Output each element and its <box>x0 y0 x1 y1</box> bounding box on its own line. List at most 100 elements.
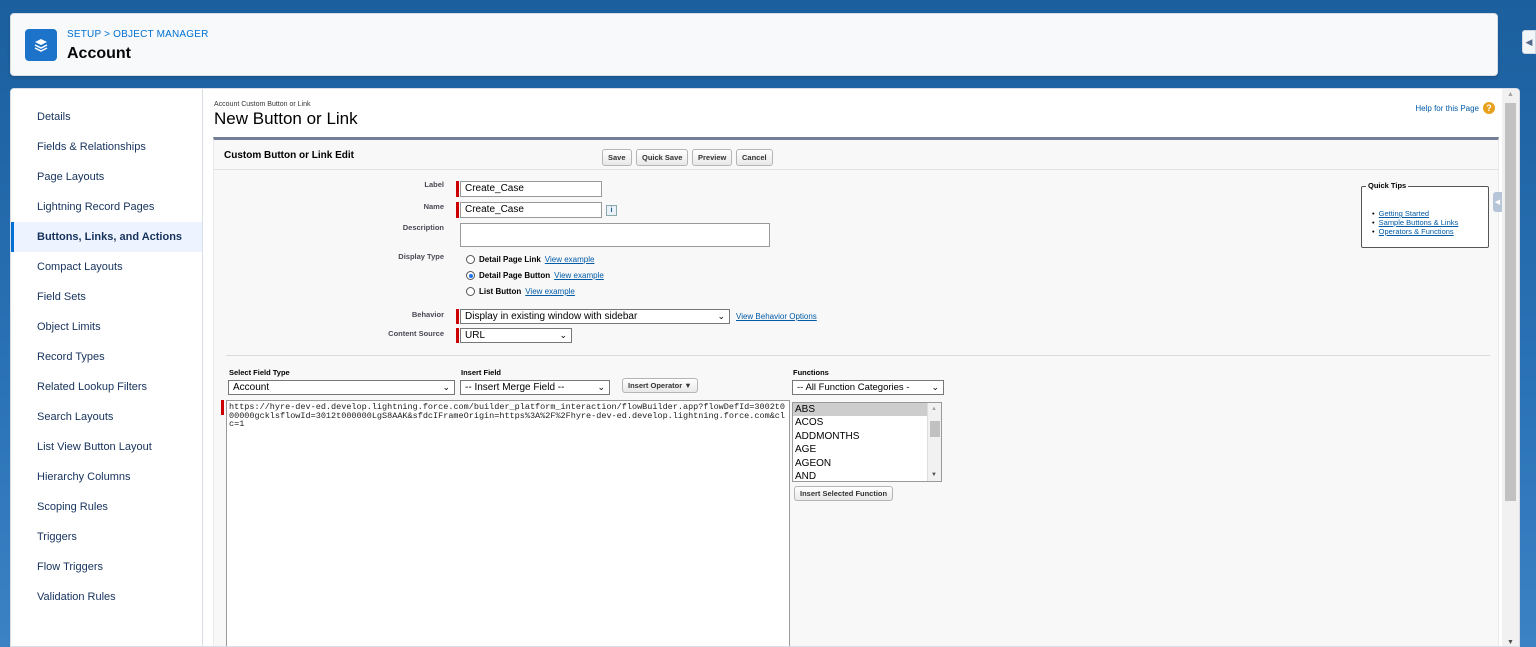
insert-field-value: -- Insert Merge Field -- <box>465 382 565 393</box>
sidebar-item-list-view-button-layout[interactable]: List View Button Layout <box>11 432 202 462</box>
edit-panel: Custom Button or Link Edit Save Quick Sa… <box>213 137 1502 646</box>
sidebar-item-fields-relationships[interactable]: Fields & Relationships <box>11 132 202 162</box>
display-type-option-label: Detail Page Link <box>479 255 541 264</box>
save-button[interactable]: Save <box>602 149 632 166</box>
function-option[interactable]: AGE <box>793 443 941 456</box>
behavior-label: Behavior <box>411 310 444 319</box>
function-option[interactable]: AGEON <box>793 457 941 470</box>
display-type-option: List Button View example <box>466 287 575 296</box>
sidebar-item-record-types[interactable]: Record Types <box>11 342 202 372</box>
chevron-left-icon[interactable]: ◀ <box>1493 192 1502 212</box>
functions-listbox[interactable]: ABS ACOS ADDMONTHS AGE AGEON AND ▲ ▼ <box>792 402 942 482</box>
required-indicator <box>456 309 459 324</box>
help-link-label[interactable]: Help for this Page <box>1415 104 1479 113</box>
page-scrollbar[interactable]: ▲ ▼ <box>1502 89 1519 646</box>
edit-section-title: Custom Button or Link Edit <box>224 150 354 161</box>
label-input[interactable]: Create_Case <box>460 181 602 197</box>
function-option[interactable]: ADDMONTHS <box>793 430 941 443</box>
display-type-option: Detail Page Button View example <box>466 271 604 280</box>
select-field-type-label: Select Field Type <box>229 368 290 377</box>
sidebar-item-hierarchy-columns[interactable]: Hierarchy Columns <box>11 462 202 492</box>
chevron-left-icon[interactable]: ◀ <box>1522 30 1536 54</box>
sidebar-item-details[interactable]: Details <box>11 102 202 132</box>
chevron-down-icon: ⌄ <box>559 330 567 340</box>
function-category-value: -- All Function Categories - <box>797 382 910 393</box>
sidebar-item-flow-triggers[interactable]: Flow Triggers <box>11 552 202 582</box>
function-option[interactable]: ABS <box>793 403 941 417</box>
select-field-type-value: Account <box>233 382 270 393</box>
required-indicator <box>456 328 459 343</box>
chevron-down-icon: ⌄ <box>442 382 450 392</box>
sidebar-item-compact-layouts[interactable]: Compact Layouts <box>11 252 202 282</box>
name-input[interactable]: Create_Case <box>460 202 602 218</box>
name-field-label: Name <box>423 202 444 211</box>
scroll-thumb[interactable] <box>1505 103 1516 501</box>
sidebar-item-lightning-record-pages[interactable]: Lightning Record Pages <box>11 192 202 222</box>
function-option[interactable]: ACOS <box>793 416 941 429</box>
quick-save-button[interactable]: Quick Save <box>636 149 689 166</box>
view-behavior-options-link[interactable]: View Behavior Options <box>736 312 817 321</box>
help-icon[interactable]: ? <box>1483 102 1495 114</box>
sidebar-item-triggers[interactable]: Triggers <box>11 522 202 552</box>
sidebar-item-validation-rules[interactable]: Validation Rules <box>11 582 202 612</box>
behavior-select-value: Display in existing window with sidebar <box>465 311 638 322</box>
sidebar-item-related-lookup-filters[interactable]: Related Lookup Filters <box>11 372 202 402</box>
info-icon[interactable]: i <box>606 205 617 216</box>
scroll-up-icon[interactable]: ▲ <box>931 406 937 412</box>
sidebar-item-field-sets[interactable]: Field Sets <box>11 282 202 312</box>
required-indicator <box>456 181 459 197</box>
description-textarea[interactable] <box>460 223 770 247</box>
display-type-radio[interactable] <box>466 271 475 280</box>
content-source-label: Content Source <box>388 329 444 338</box>
scroll-down-icon[interactable]: ▼ <box>931 472 937 478</box>
scroll-up-icon[interactable]: ▲ <box>1507 91 1514 98</box>
sidebar-item-object-limits[interactable]: Object Limits <box>11 312 202 342</box>
content-panel: Details Fields & Relationships Page Layout… <box>10 88 1520 647</box>
view-example-link[interactable]: View example <box>525 287 575 296</box>
required-indicator <box>221 400 224 415</box>
page-object-title: Account <box>67 45 131 62</box>
content-source-select[interactable]: URL ⌄ <box>460 328 572 343</box>
quick-tips-title: Quick Tips <box>1366 181 1409 190</box>
label-field-label: Label <box>424 180 444 189</box>
breadcrumb[interactable]: SETUP > OBJECT MANAGER <box>67 29 209 40</box>
quick-tip-link[interactable]: Getting Started <box>1372 209 1458 218</box>
page-subtitle: Account Custom Button or Link <box>214 101 311 108</box>
view-example-link[interactable]: View example <box>545 255 595 264</box>
insert-operator-label: Insert Operator <box>628 381 683 390</box>
chevron-down-icon: ⌄ <box>717 311 725 321</box>
select-field-type-select[interactable]: Account ⌄ <box>228 380 455 395</box>
insert-field-label: Insert Field <box>461 368 502 377</box>
main-area: Account Custom Button or Link New Button… <box>213 89 1503 646</box>
scroll-thumb[interactable] <box>930 421 940 437</box>
required-indicator <box>456 202 459 218</box>
sidebar-item-page-layouts[interactable]: Page Layouts <box>11 162 202 192</box>
sidebar-item-buttons-links-and-actions[interactable]: Buttons, Links, and Actions <box>11 222 202 252</box>
edit-header: Custom Button or Link Edit Save Quick Sa… <box>214 140 1498 170</box>
function-option[interactable]: AND <box>793 470 941 481</box>
scroll-down-icon[interactable]: ▼ <box>1507 639 1514 646</box>
preview-button[interactable]: Preview <box>692 149 733 166</box>
divider <box>226 355 1490 356</box>
formula-textarea[interactable]: https://hyre-dev-ed.develop.lightning.fo… <box>226 400 790 646</box>
sidebar-item-search-layouts[interactable]: Search Layouts <box>11 402 202 432</box>
help-link[interactable]: Help for this Page ? <box>1415 102 1495 114</box>
insert-field-select[interactable]: -- Insert Merge Field -- ⌄ <box>460 380 610 395</box>
quick-tip-link[interactable]: Operators & Functions <box>1372 227 1458 236</box>
behavior-select[interactable]: Display in existing window with sidebar … <box>460 309 730 324</box>
view-example-link[interactable]: View example <box>554 271 604 280</box>
layers-icon <box>25 29 57 61</box>
insert-selected-function-button[interactable]: Insert Selected Function <box>794 486 894 501</box>
quick-tip-link[interactable]: Sample Buttons & Links <box>1372 218 1459 227</box>
page-title: New Button or Link <box>214 109 358 128</box>
description-field-label: Description <box>402 223 444 232</box>
quick-tips-box: Quick Tips Getting StartedSample Buttons… <box>1361 181 1489 248</box>
chevron-down-icon: ⌄ <box>597 382 605 392</box>
display-type-radio[interactable] <box>466 255 475 264</box>
display-type-radio[interactable] <box>466 287 475 296</box>
functions-scrollbar[interactable]: ▲ ▼ <box>927 403 941 481</box>
cancel-button[interactable]: Cancel <box>736 149 773 166</box>
function-category-select[interactable]: -- All Function Categories - ⌄ <box>792 380 944 395</box>
insert-operator-button[interactable]: Insert Operator ▼ <box>622 378 698 393</box>
sidebar-item-scoping-rules[interactable]: Scoping Rules <box>11 492 202 522</box>
